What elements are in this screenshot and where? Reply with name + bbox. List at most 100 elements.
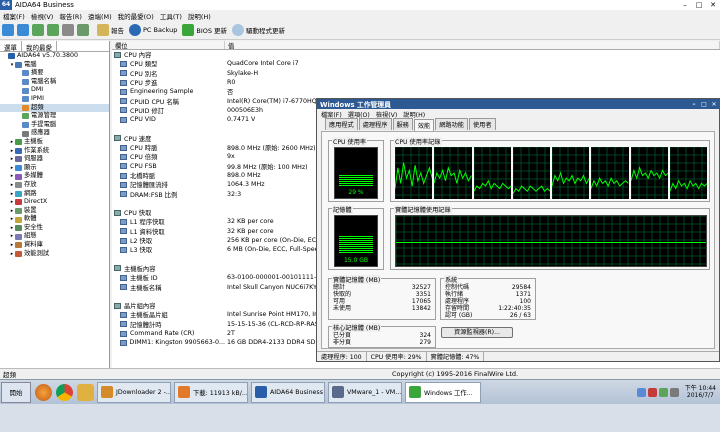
menu-item[interactable]: 報告(R) <box>59 11 82 21</box>
memory-history-chart <box>396 216 706 266</box>
report-button[interactable]: 報告 <box>97 24 124 36</box>
tree-item[interactable]: ▸ DirectX <box>0 198 109 207</box>
tree-item[interactable]: ▸ 裝置 <box>0 207 109 216</box>
tree-item[interactable]: 電腦名稱 <box>0 78 109 87</box>
taskbar-button[interactable]: VMware_1 - VM... <box>328 381 402 403</box>
menu-item[interactable]: 檔案(F) <box>3 11 25 21</box>
tree-item[interactable]: ▸ 資料庫 <box>0 241 109 250</box>
tree-item[interactable]: ▾ 電腦 <box>0 61 109 70</box>
tm-tab[interactable]: 處理程序 <box>358 118 392 130</box>
property-field: 北橋時脈 <box>112 171 225 180</box>
tree-item[interactable]: ▸ 多媒體 <box>0 172 109 181</box>
tray-network-icon[interactable] <box>636 387 646 397</box>
firefox-icon[interactable] <box>35 383 52 401</box>
stat-name: 處理程序 <box>445 298 470 305</box>
menu-item[interactable]: 工具(T) <box>160 11 182 21</box>
tree-item[interactable]: 超頻 <box>0 103 109 113</box>
explorer-folder-icon[interactable] <box>77 383 94 401</box>
tm-tab[interactable]: 使用者 <box>469 118 496 130</box>
tree-item[interactable]: ▸ 軟體 <box>0 215 109 224</box>
taskbar-app-icon <box>332 386 344 398</box>
property-icon <box>120 284 127 291</box>
tm-tab[interactable]: 網路功能 <box>435 118 468 130</box>
tree-item[interactable]: ▸ 網路 <box>0 190 109 199</box>
stat-row: 總計 32527 <box>333 284 431 291</box>
tm-minimize-button[interactable]: – <box>689 101 699 108</box>
tm-tab[interactable]: 效能 <box>413 119 435 131</box>
driver-update-button[interactable]: 驅動程式更新 <box>232 24 285 36</box>
tree-item[interactable]: 手提電腦 <box>0 121 109 130</box>
status-bar: 超頻 Copyright (c) 1995-2016 FinalWire Ltd… <box>0 368 720 379</box>
tm-tab[interactable]: 應用程式 <box>325 118 358 130</box>
tree-item[interactable]: IPMI <box>0 95 109 104</box>
taskbar-button[interactable]: Windows 工作... <box>405 381 481 403</box>
user-icon[interactable] <box>62 24 74 36</box>
tm-maximize-button[interactable]: □ <box>699 101 709 108</box>
section-header[interactable]: CPU 內容 <box>112 50 720 59</box>
forward-icon[interactable] <box>17 24 29 36</box>
search-icon <box>232 24 245 36</box>
tree-item[interactable]: ▸ 作業系統 <box>0 147 109 156</box>
tree-item[interactable]: ▸ 主機板 <box>0 138 109 147</box>
menu-item[interactable]: 檢視(V) <box>31 11 54 21</box>
up-icon[interactable] <box>32 24 44 36</box>
tm-tab[interactable]: 服務 <box>392 118 413 130</box>
back-icon[interactable] <box>2 24 14 36</box>
stat-value: 324 <box>419 332 431 339</box>
tree-item[interactable]: 感應器 <box>0 129 109 138</box>
bios-update-button[interactable]: BIOS 更新 <box>182 24 227 36</box>
resource-monitor-button[interactable]: 資源監視器(R)... <box>441 327 513 338</box>
tree-item[interactable]: ▸ 效能測試 <box>0 250 109 259</box>
pc-backup-button[interactable]: PC Backup <box>129 24 177 36</box>
clock[interactable]: 下午 10:44 2016/7/7 <box>685 385 716 399</box>
tray-app-icon[interactable] <box>658 387 668 397</box>
tm-close-button[interactable]: ✕ <box>709 101 719 108</box>
cpu-history-graphs <box>395 147 707 199</box>
chrome-icon[interactable] <box>56 383 73 401</box>
refresh-icon[interactable] <box>47 24 59 36</box>
tree-item[interactable]: ▸ 安全性 <box>0 224 109 233</box>
start-button[interactable]: 開始 <box>1 381 31 403</box>
tray-volume-icon[interactable] <box>669 387 679 397</box>
property-value: 000506E3h <box>227 106 264 114</box>
tree-item[interactable]: ▸ 伺服器 <box>0 155 109 164</box>
cpu-core-graph <box>434 147 472 199</box>
chart-icon[interactable] <box>77 24 89 36</box>
close-button[interactable]: ✕ <box>706 1 720 10</box>
taskbar-button[interactable]: AIDA64 Business <box>251 381 325 403</box>
menu-item[interactable]: 我的最愛(O) <box>118 11 154 21</box>
property-value: 256 KB per core (On-Die, ECC, <box>227 237 323 245</box>
property-value: 0.7471 V <box>227 116 256 124</box>
taskbar-button[interactable]: 下載: 11913 kB/... <box>174 381 248 403</box>
tree-item[interactable]: 摘要 <box>0 69 109 78</box>
property-row[interactable]: CPU 別名 Skylake-H <box>112 69 720 78</box>
tree-item[interactable]: ▸ 顯示 <box>0 164 109 173</box>
tree-item[interactable]: DMI <box>0 86 109 95</box>
stat-name: 控制代碼 <box>445 284 470 291</box>
maximize-button[interactable]: □ <box>692 1 706 10</box>
tree-item[interactable]: ▸ 存放 <box>0 181 109 190</box>
task-manager-tabs: 應用程式 處理程序 服務 效能 網路功能 使用者 <box>317 118 719 131</box>
tree-item[interactable]: 電源管理 <box>0 112 109 121</box>
property-field: L2 快取 <box>112 236 225 245</box>
column-header-value[interactable]: 值 <box>225 41 720 50</box>
cpu-core-history-chart <box>512 147 550 199</box>
minimize-button[interactable]: – <box>678 1 692 10</box>
tree-item-icon <box>22 113 29 120</box>
tree-item[interactable]: AIDA64 v5.70.3800 <box>0 52 109 61</box>
property-row[interactable]: Engineering Sample 否 <box>112 87 720 96</box>
property-value: Skylake-H <box>227 69 259 77</box>
tab-favorites[interactable]: 我的最愛 <box>22 41 57 52</box>
tree-item-icon <box>15 250 22 257</box>
property-row[interactable]: CPU 類型 QuadCore Intel Core i7 <box>112 59 720 68</box>
taskbar-button[interactable]: JDownloader 2 -... <box>97 381 171 403</box>
menu-item[interactable]: 說明(H) <box>188 11 211 21</box>
tray-shield-icon[interactable] <box>647 387 657 397</box>
tree-item[interactable]: ▸ 組態 <box>0 232 109 241</box>
menu-item[interactable]: 遠端(M) <box>88 11 112 21</box>
property-row[interactable]: CPU 步進 R0 <box>112 78 720 87</box>
tab-menu[interactable]: 選單 <box>0 41 22 52</box>
column-header-field[interactable]: 欄位 <box>112 41 225 50</box>
property-icon <box>120 218 127 225</box>
tree-item-icon <box>15 165 22 172</box>
